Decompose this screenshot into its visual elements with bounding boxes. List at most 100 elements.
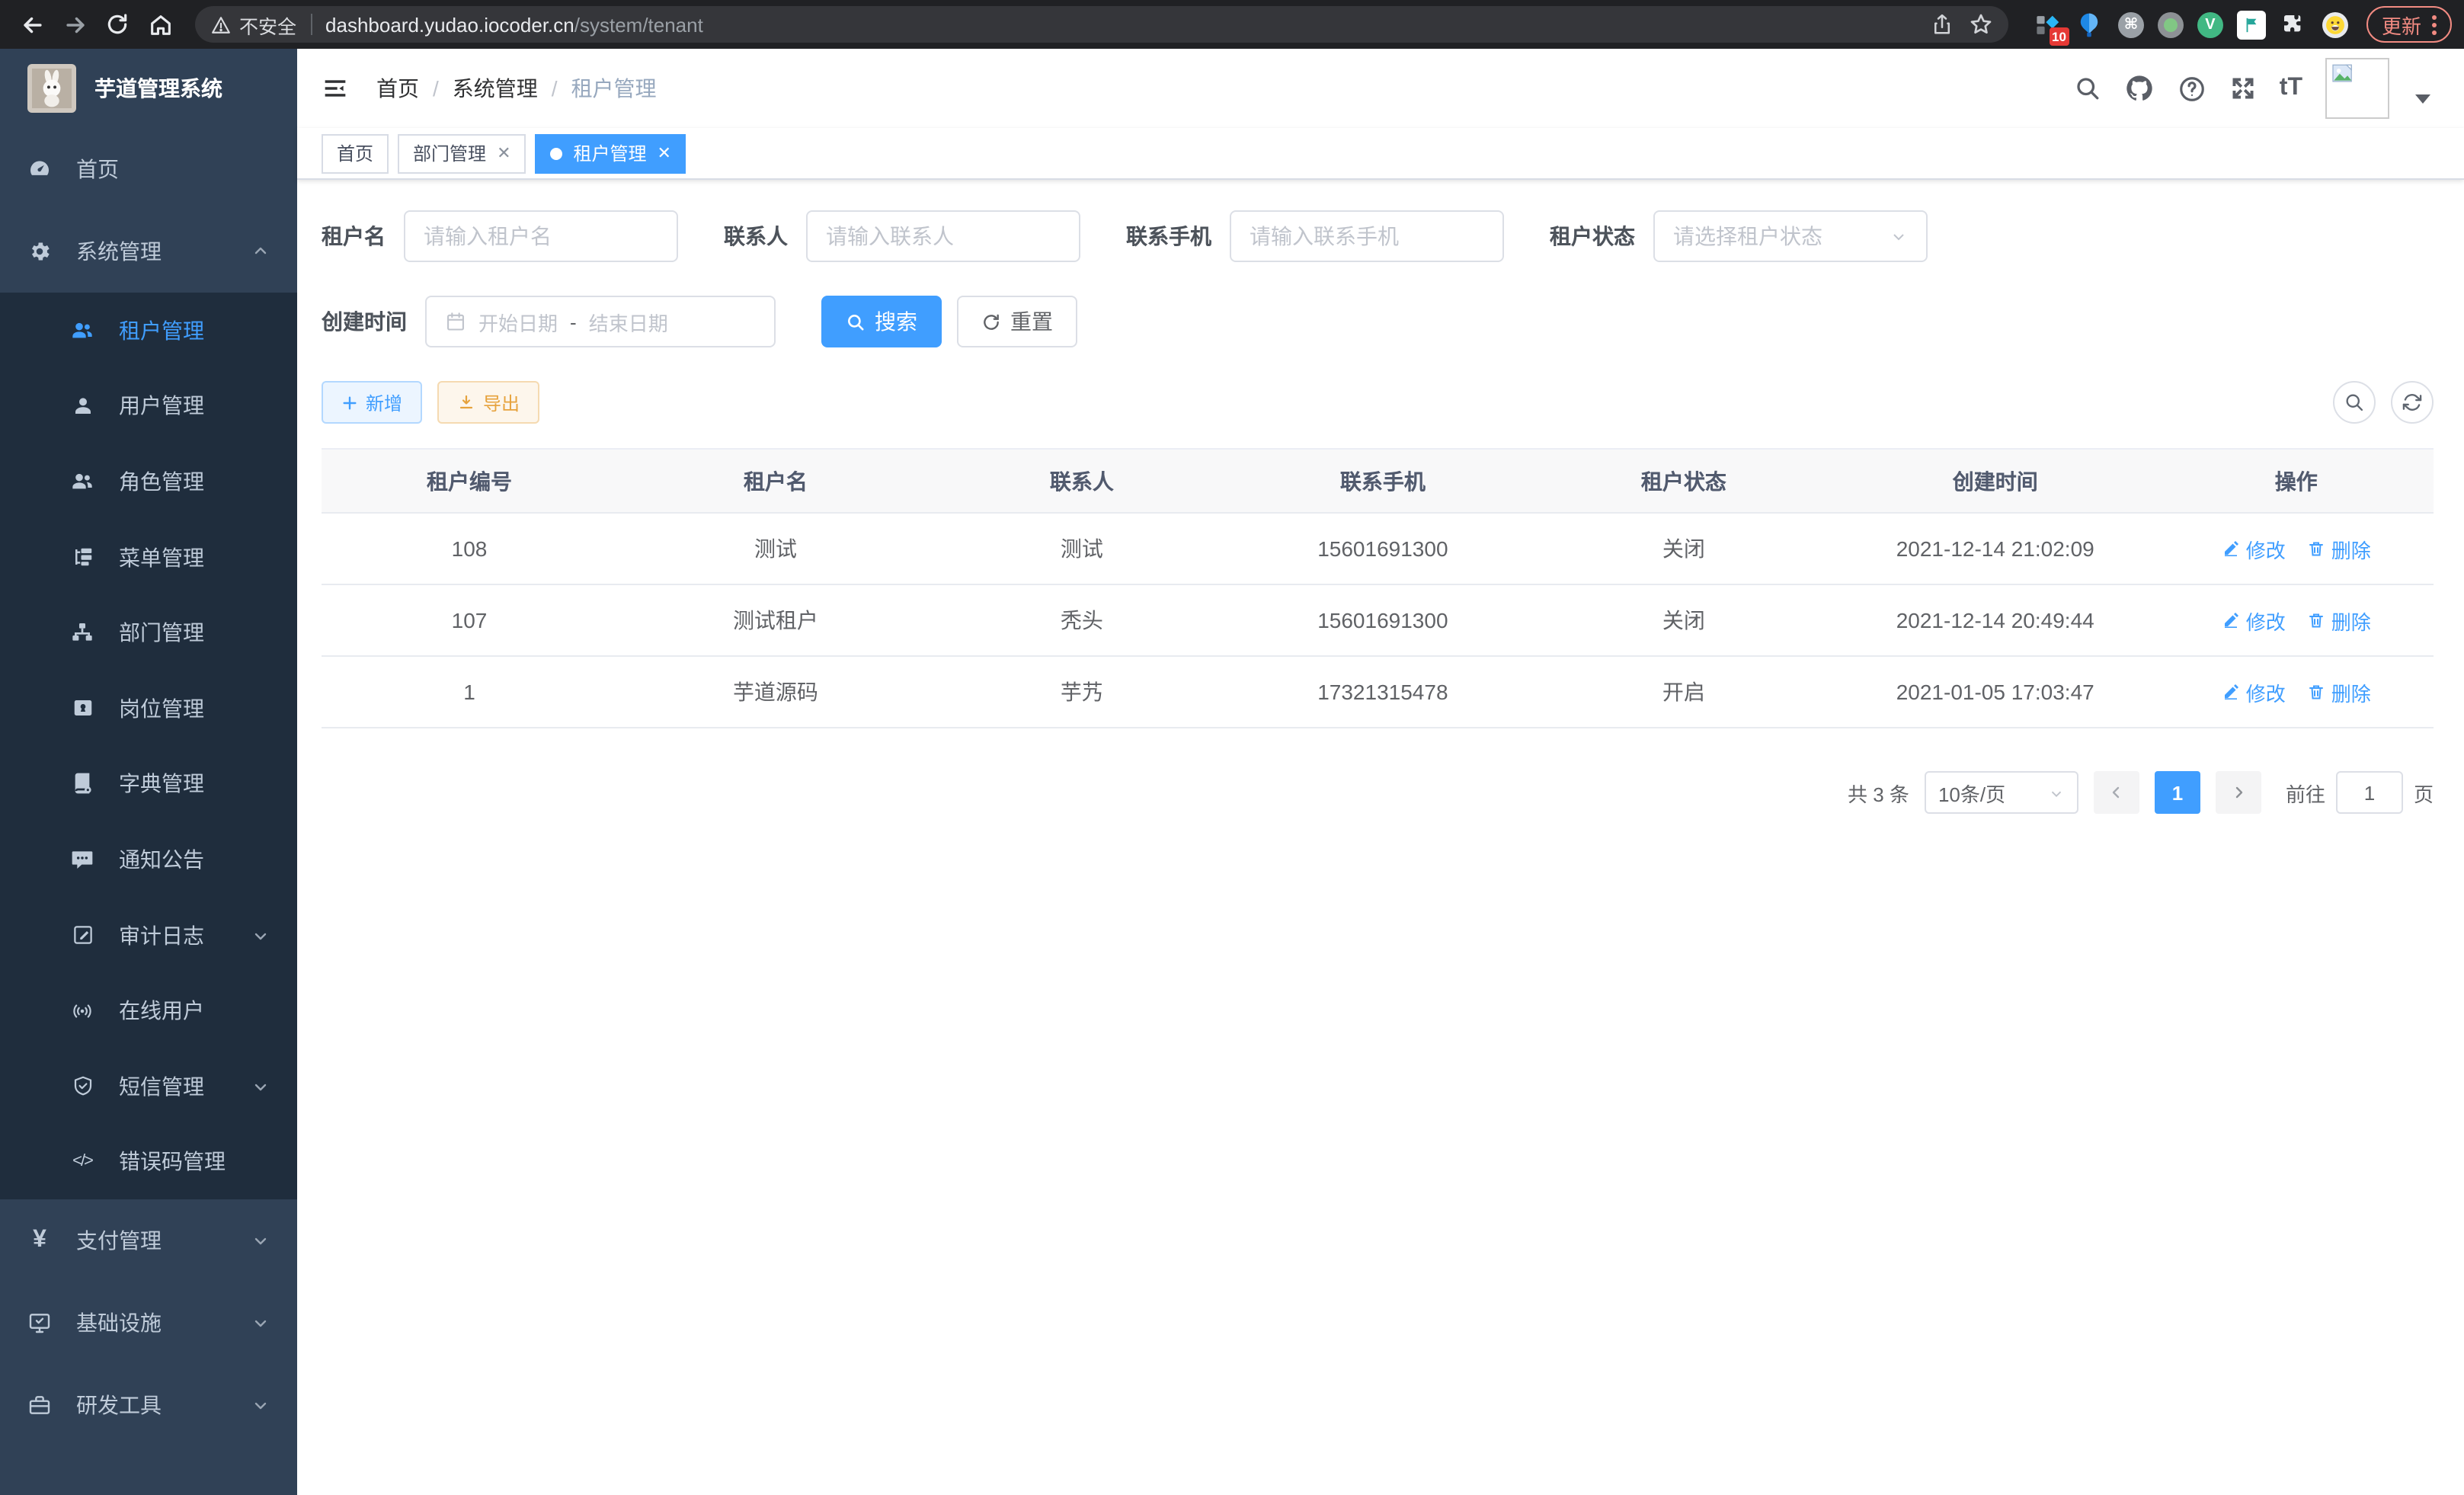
sidebar-collapse-icon[interactable] (322, 76, 349, 101)
extensions-puzzle-icon[interactable] (2280, 10, 2309, 39)
extension-vue-icon[interactable]: V (2197, 11, 2223, 37)
sidebar-item-audit-log[interactable]: 审计日志 (0, 898, 297, 973)
refresh-button[interactable] (2391, 381, 2434, 424)
user-avatar[interactable] (2325, 58, 2389, 119)
sidebar-item-pay[interactable]: ¥ 支付管理 (0, 1199, 297, 1282)
start-date: 开始日期 (478, 307, 558, 336)
created-label: 创建时间 (322, 306, 407, 337)
extension-command-icon[interactable]: ⌘ (2118, 11, 2144, 37)
delete-link[interactable]: 删除 (2307, 534, 2371, 563)
search-button[interactable]: 搜索 (821, 296, 942, 347)
chevron-up-icon (251, 242, 270, 261)
extension-tab-manager-icon[interactable]: 10 (2033, 10, 2062, 39)
dictionary-icon (70, 772, 94, 796)
extension-badge: 10 (2049, 27, 2069, 45)
menu-tree-icon (70, 545, 94, 569)
toolbox-icon (27, 1393, 52, 1417)
avatar-dropdown-caret-icon[interactable] (2415, 94, 2430, 104)
sidebar-item-sms[interactable]: 短信管理 (0, 1048, 297, 1124)
github-icon[interactable] (2124, 73, 2155, 104)
contact-input[interactable] (806, 210, 1080, 262)
sidebar-item-dept[interactable]: 部门管理 (0, 595, 297, 671)
sidebar-item-error-code[interactable]: </> 错误码管理 (0, 1124, 297, 1199)
page-unit: 页 (2414, 778, 2434, 807)
export-button[interactable]: 导出 (437, 381, 539, 424)
help-icon[interactable] (2178, 74, 2206, 103)
bookmark-star-icon[interactable] (1969, 12, 1993, 37)
table-row: 107 测试租户 秃头 15601691300 关闭 2021-12-14 20… (322, 585, 2434, 657)
table-row: 108 测试 测试 15601691300 关闭 2021-12-14 21:0… (322, 514, 2434, 585)
chrome-menu-icon[interactable] (2432, 14, 2437, 34)
sidebar-item-devtools[interactable]: 研发工具 (0, 1364, 297, 1446)
next-page-button[interactable] (2216, 771, 2261, 814)
prev-page-button[interactable] (2094, 771, 2139, 814)
font-size-icon[interactable]: tT (2280, 75, 2302, 102)
sidebar-item-infra[interactable]: 基础设施 (0, 1282, 297, 1364)
not-secure-warning-icon (210, 14, 232, 34)
extension-flag-icon[interactable] (2237, 10, 2266, 39)
page-number-1[interactable]: 1 (2155, 771, 2200, 814)
calendar-icon (445, 311, 466, 332)
tab-dept[interactable]: 部门管理 ✕ (398, 133, 526, 173)
contact-label: 联系人 (724, 221, 788, 251)
tenant-name-input[interactable] (404, 210, 678, 262)
toggle-search-button[interactable] (2333, 381, 2376, 424)
reset-button[interactable]: 重置 (957, 296, 1077, 347)
date-range-picker[interactable]: 开始日期 - 结束日期 (425, 296, 776, 347)
sidebar-item-online-user[interactable]: 在线用户 (0, 973, 297, 1048)
header-search-icon[interactable] (2074, 75, 2101, 102)
tags-view-bar: 首页 部门管理 ✕ 租户管理 ✕ (297, 128, 2464, 180)
tab-tenant[interactable]: 租户管理 ✕ (536, 133, 686, 173)
breadcrumb-tenant: 租户管理 (571, 73, 657, 104)
app-logo (27, 64, 76, 113)
sidebar-item-user[interactable]: 用户管理 (0, 368, 297, 443)
extensions-row: 10 ⌘ V (2033, 10, 2348, 39)
sidebar-item-notice[interactable]: 通知公告 (0, 821, 297, 897)
edit-link[interactable]: 修改 (2222, 606, 2286, 635)
status-select[interactable]: 请选择租户状态 (1653, 210, 1928, 262)
share-icon[interactable] (1931, 12, 1954, 37)
extension-balloon-icon[interactable] (2075, 10, 2104, 39)
goto-page-input[interactable] (2336, 771, 2403, 814)
forward-icon[interactable] (55, 5, 94, 44)
profile-avatar-icon[interactable] (2322, 11, 2348, 37)
chrome-update-button[interactable]: 更新 (2366, 6, 2452, 43)
mobile-input[interactable] (1230, 210, 1504, 262)
chevron-down-icon (251, 1231, 270, 1250)
close-icon[interactable]: ✕ (658, 143, 671, 163)
app-logo-row[interactable]: 芋道管理系统 (0, 49, 297, 128)
back-icon[interactable] (12, 5, 52, 44)
add-button[interactable]: 新增 (322, 381, 422, 424)
breadcrumb: 首页 / 系统管理 / 租户管理 (376, 73, 657, 104)
total-count: 共 3 条 (1848, 778, 1909, 807)
sidebar-item-menu[interactable]: 菜单管理 (0, 520, 297, 595)
active-dot (551, 147, 563, 159)
sidebar-item-home[interactable]: 首页 (0, 128, 297, 210)
fullscreen-icon[interactable] (2229, 75, 2257, 102)
sidebar-item-dict[interactable]: 字典管理 (0, 746, 297, 821)
home-icon[interactable] (140, 5, 180, 44)
tab-home[interactable]: 首页 (322, 133, 389, 173)
top-navbar: 首页 / 系统管理 / 租户管理 (297, 49, 2464, 128)
extension-recorder-icon[interactable] (2158, 11, 2184, 37)
page-size-select[interactable]: 10条/页 (1925, 771, 2078, 814)
roles-icon (70, 469, 94, 494)
sidebar-item-tenant[interactable]: 租户管理 (0, 293, 297, 368)
edit-link[interactable]: 修改 (2222, 534, 2286, 563)
chevron-down-icon (2048, 784, 2065, 801)
chevron-down-icon (251, 926, 270, 944)
url-text: dashboard.yudao.iocoder.cn/system/tenant (325, 13, 1918, 36)
delete-link[interactable]: 删除 (2307, 606, 2371, 635)
end-date: 结束日期 (589, 307, 668, 336)
sidebar-item-post[interactable]: 岗位管理 (0, 671, 297, 746)
org-chart-icon (70, 620, 94, 645)
close-icon[interactable]: ✕ (497, 143, 510, 163)
delete-link[interactable]: 删除 (2307, 677, 2371, 706)
sidebar-item-role[interactable]: 角色管理 (0, 443, 297, 519)
sidebar-item-system[interactable]: 系统管理 (0, 210, 297, 293)
reload-icon[interactable] (98, 5, 137, 44)
chevron-down-icon (251, 1396, 270, 1414)
edit-link[interactable]: 修改 (2222, 677, 2286, 706)
address-bar[interactable]: 不安全 dashboard.yudao.iocoder.cn/system/te… (195, 6, 2008, 43)
breadcrumb-home[interactable]: 首页 (376, 73, 419, 104)
